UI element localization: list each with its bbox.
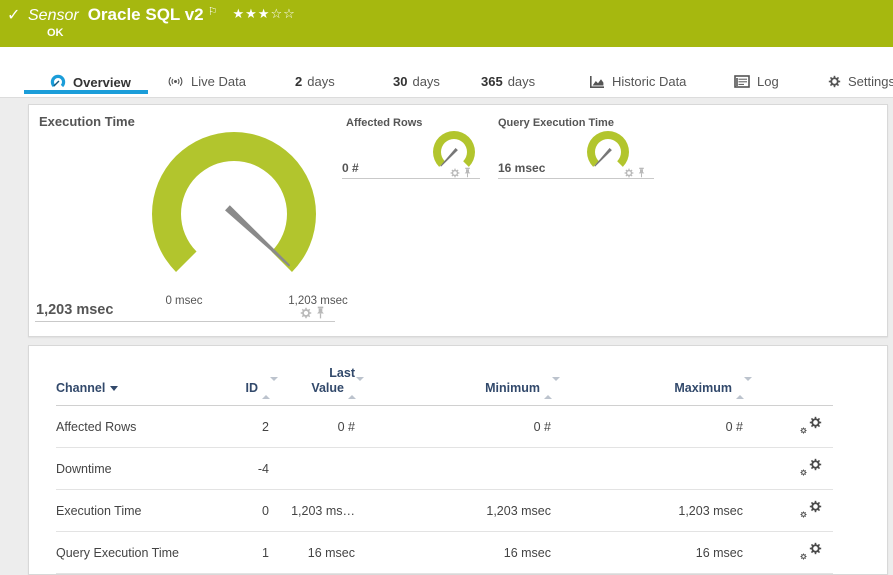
ok-checkmark-icon: ✓ [7,7,21,24]
cell-last-value: 16 msec [269,531,355,575]
table-row[interactable]: Query Execution Time 1 16 msec 16 msec 1… [56,531,833,575]
tab-30-days-label: days [412,74,440,89]
gauge-actions [450,167,472,178]
gauge-pin-icon[interactable] [463,167,472,178]
cell-channel[interactable]: Execution Time [56,489,241,533]
sensor-title: Oracle SQL v2 [87,5,204,24]
tab-overview[interactable]: Overview [50,74,131,90]
gear-icon [828,75,841,88]
gauge-arc [152,131,316,272]
tab-historic-data[interactable]: Historic Data [589,74,686,89]
affected-rows-gauge-title: Affected Rows [346,117,423,129]
tab-live-data-label: Live Data [191,74,246,89]
sensor-status-badge: OK [47,27,64,39]
tab-settings[interactable]: Settings [828,74,893,89]
cell-channel[interactable]: Query Execution Time [56,531,241,575]
tab-log[interactable]: Log [734,74,779,89]
column-header-maximum[interactable]: Maximum [551,366,752,407]
gauge-cell-divider [35,321,335,322]
gauge-cell-divider [498,178,654,179]
table-row[interactable]: Execution Time 0 1,203 ms… 1,203 msec 1,… [56,489,833,533]
channel-settings-gears-icon[interactable] [800,542,822,560]
gauges-panel: Execution Time 0 msec 1,203 msec 1,203 m… [28,104,888,337]
broadcast-icon [167,74,184,89]
cell-id: 0 [241,489,269,533]
cell-maximum [551,447,743,491]
flag-icon[interactable]: ⚐ [208,5,218,18]
cell-maximum: 0 # [551,405,743,449]
column-header-minimum[interactable]: Minimum [355,366,560,407]
channels-table: Channel ID Last Value Minimum Maximum Af… [56,366,833,575]
sort-arrows-icon [262,377,278,400]
tab-365-days[interactable]: 365 days [481,74,535,89]
sort-arrows-icon [736,377,752,400]
active-tab-underline [24,90,148,94]
tab-30-days-number: 30 [393,74,408,89]
tab-bar: Overview Live Data 2 days 30 days 365 da… [0,47,893,98]
channel-settings-gears-icon[interactable] [800,458,822,476]
object-type-label: Sensor [28,7,79,24]
column-header-id[interactable]: ID [241,366,278,407]
gauge-min-label: 0 msec [165,295,203,307]
tab-historic-data-label: Historic Data [612,74,687,89]
gauge-icon [50,74,66,90]
cell-channel[interactable]: Downtime [56,447,241,491]
gauge-settings-gear-icon[interactable] [624,168,634,178]
cell-minimum: 16 msec [355,531,551,575]
gauge-pin-icon[interactable] [315,306,326,319]
tab-log-label: Log [757,74,779,89]
cell-id: 1 [241,531,269,575]
sort-arrows-icon [348,377,364,400]
gauge-actions [624,167,646,178]
primary-gauge-title: Execution Time [39,114,135,129]
table-row[interactable]: Downtime -4 [56,447,833,491]
cell-maximum: 1,203 msec [551,489,743,533]
execution-time-gauge [152,131,316,272]
gauge-actions [300,306,326,319]
sensor-header: ✓ Sensor Oracle SQL v2 ⚐ ★★★☆☆ OK [0,0,893,47]
tab-live-data[interactable]: Live Data [167,74,246,89]
gauge-settings-gear-icon[interactable] [450,168,460,178]
cell-minimum: 0 # [355,405,551,449]
cell-maximum: 16 msec [551,531,743,575]
query-exec-gauge-value: 16 msec [498,161,546,175]
gauge-arc [433,131,475,167]
cell-minimum: 1,203 msec [355,489,551,533]
gauge-pin-icon[interactable] [637,167,646,178]
cell-last-value [269,447,355,491]
tab-overview-label: Overview [73,74,131,90]
cell-id: 2 [241,405,269,449]
gauge-cell-divider [342,178,480,179]
gauge-settings-gear-icon[interactable] [300,307,312,319]
channel-settings-gears-icon[interactable] [800,500,822,518]
tab-settings-label: Settings [848,74,893,89]
log-list-icon [734,75,750,88]
primary-gauge-value: 1,203 msec [36,302,114,318]
sort-arrows-icon [544,377,560,400]
column-header-last-value[interactable]: Last Value [269,366,364,407]
table-row[interactable]: Affected Rows 2 0 # 0 # 0 # [56,405,833,449]
cell-id: -4 [241,447,269,491]
priority-stars[interactable]: ★★★☆☆ [233,6,296,22]
cell-last-value: 0 # [269,405,355,449]
gauge-arc [587,131,629,167]
cell-last-value: 1,203 ms… [269,489,355,533]
tab-365-days-number: 365 [481,74,503,89]
cell-channel[interactable]: Affected Rows [56,405,241,449]
tab-2-days[interactable]: 2 days [295,74,335,89]
cell-minimum [355,447,551,491]
tab-30-days[interactable]: 30 days [393,74,440,89]
tab-365-days-label: days [507,74,536,89]
table-header-row: Channel ID Last Value Minimum Maximum [56,366,833,407]
tab-2-days-number: 2 [295,74,303,89]
channels-panel: Channel ID Last Value Minimum Maximum Af… [28,345,888,575]
tab-2-days-label: days [307,74,335,89]
channel-settings-gears-icon[interactable] [800,416,822,434]
sort-caret-icon [110,386,119,392]
affected-rows-gauge-value: 0 # [342,161,359,175]
column-header-channel[interactable]: Channel [56,366,241,407]
histogram-icon [589,75,605,89]
